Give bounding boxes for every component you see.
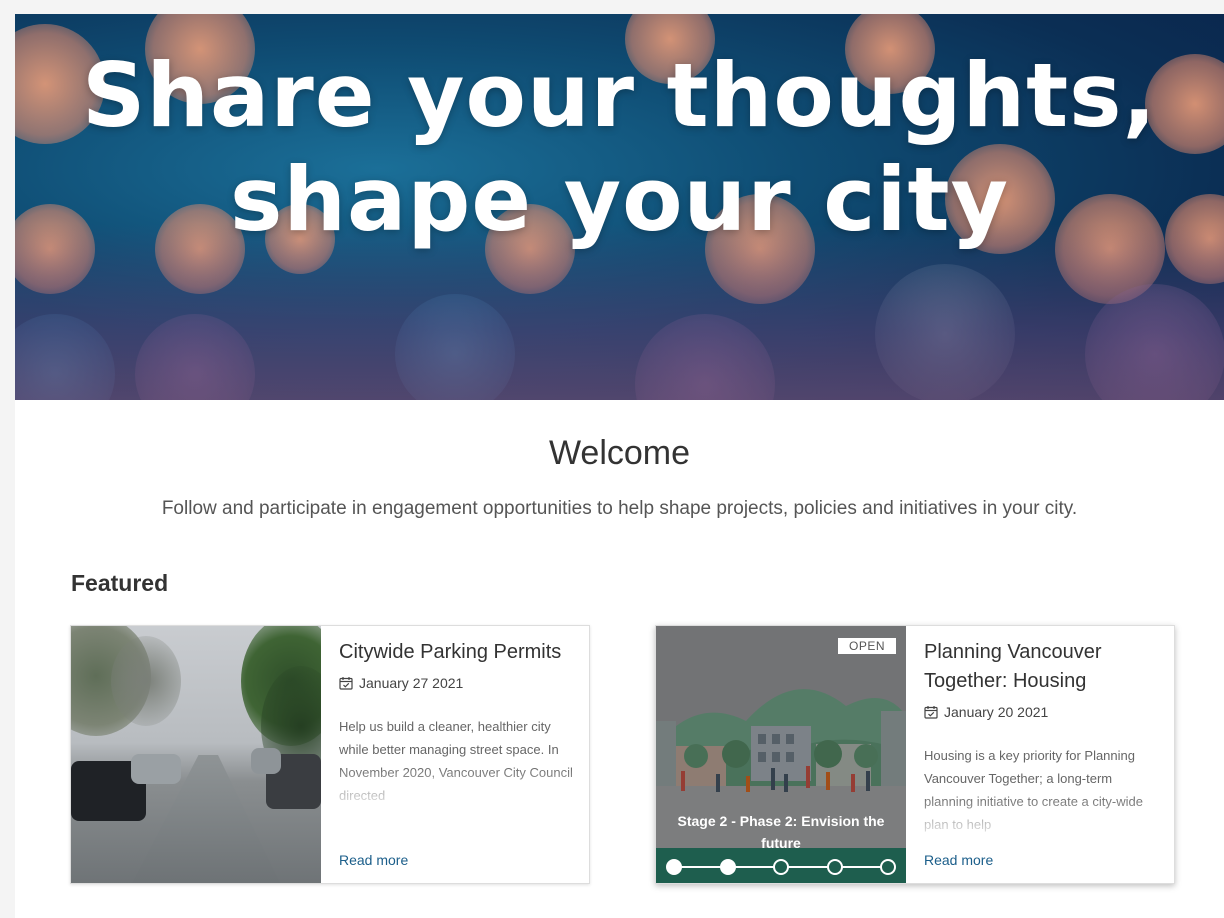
project-card-body: Citywide Parking Permits January 27 2021…	[339, 638, 575, 807]
calendar-icon	[339, 677, 353, 690]
featured-heading: Featured	[71, 570, 169, 596]
welcome-heading: Welcome	[548, 434, 691, 472]
hero-title-line2: shape your city	[230, 148, 1009, 251]
project-thumbnail[interactable]: OPEN Stage 2 - Phase 2: Envision the fut…	[656, 626, 906, 883]
calendar-icon	[924, 706, 938, 719]
phase-stepper	[656, 848, 906, 883]
stepper-step	[880, 859, 896, 875]
street-photo	[71, 626, 321, 883]
hero-banner: Share your thoughts, shape your city	[15, 14, 1224, 400]
project-description: Housing is a key priority for Planning V…	[924, 748, 1143, 832]
stepper-step	[773, 859, 789, 875]
project-title[interactable]: Citywide Parking Permits	[339, 638, 575, 667]
read-more-link[interactable]: Read more	[924, 852, 993, 868]
read-more-link[interactable]: Read more	[339, 852, 408, 868]
project-card-body: Planning Vancouver Together: Housing Jan…	[924, 638, 1160, 836]
project-date-text: January 20 2021	[944, 704, 1049, 720]
stepper-step	[666, 859, 682, 875]
page: Share your thoughts, shape your city Wel…	[15, 14, 1224, 918]
stepper-step	[827, 859, 843, 875]
project-description: Help us build a cleaner, healthier city …	[339, 719, 573, 803]
welcome-intro: Follow and participate in engagement opp…	[161, 498, 1078, 519]
status-badge: OPEN	[838, 638, 897, 654]
project-date: January 27 2021	[339, 675, 575, 691]
project-card[interactable]: OPEN Stage 2 - Phase 2: Envision the fut…	[655, 625, 1175, 884]
project-illustration: OPEN Stage 2 - Phase 2: Envision the fut…	[656, 626, 906, 883]
hero-title-line1: Share your thoughts,	[82, 44, 1157, 147]
stepper-step	[720, 859, 736, 875]
project-date: January 20 2021	[924, 704, 1160, 720]
project-date-text: January 27 2021	[359, 675, 464, 691]
project-thumbnail[interactable]	[71, 626, 321, 883]
hero-title: Share your thoughts, shape your city	[15, 44, 1224, 252]
project-title[interactable]: Planning Vancouver Together: Housing	[924, 638, 1160, 696]
project-card[interactable]: Citywide Parking Permits January 27 2021…	[70, 625, 590, 884]
